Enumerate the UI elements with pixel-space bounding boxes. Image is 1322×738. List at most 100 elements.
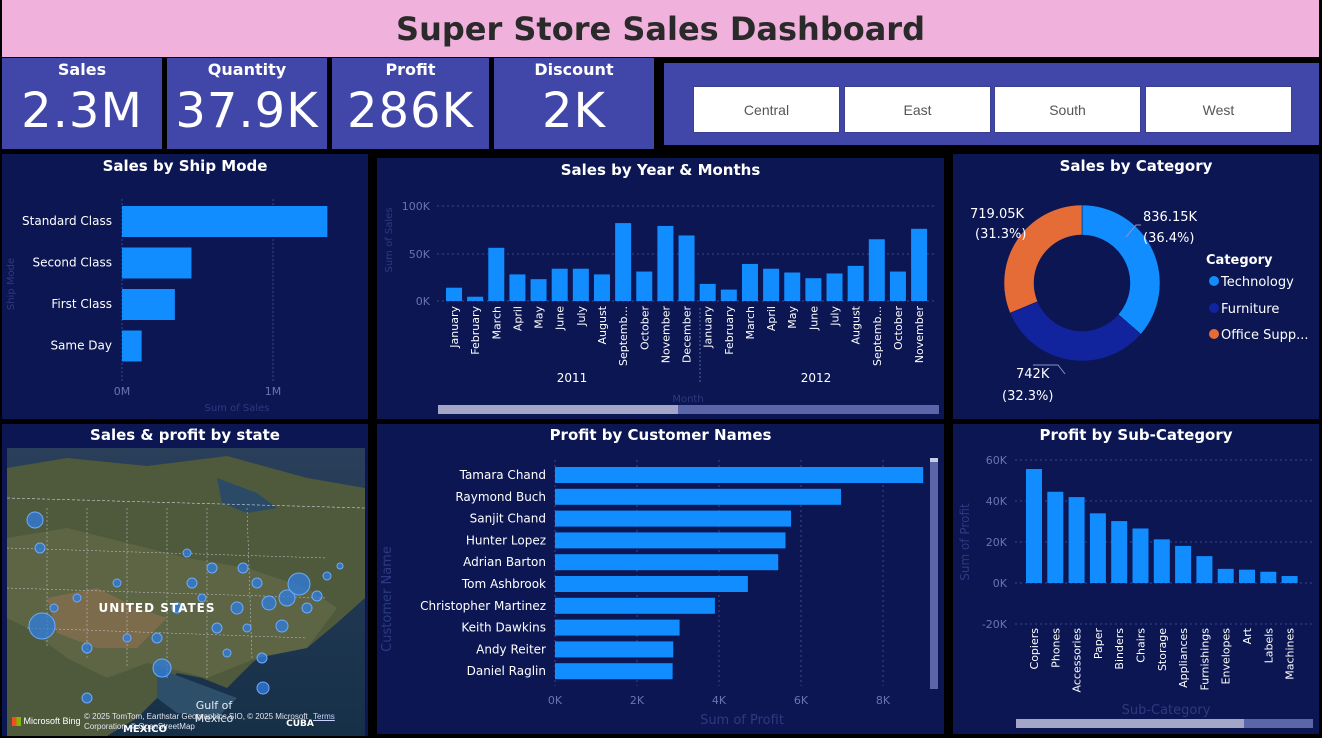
kpi-label: Profit <box>385 60 436 79</box>
y-tick: 20K <box>986 536 1008 549</box>
bar[interactable] <box>678 235 695 301</box>
scrollbar-thumb[interactable] <box>930 458 938 462</box>
bar[interactable] <box>1047 491 1064 583</box>
bar[interactable] <box>868 239 885 301</box>
region-option-east[interactable]: East <box>844 86 991 133</box>
kpi-value: 286K <box>346 83 475 139</box>
bar[interactable] <box>889 271 906 301</box>
bar[interactable] <box>1153 539 1170 583</box>
y-tick: -20K <box>982 618 1008 631</box>
bar[interactable] <box>615 223 632 301</box>
bar[interactable] <box>636 271 653 301</box>
y-tick: 60K <box>986 454 1008 467</box>
month-label: July <box>829 306 842 327</box>
bar[interactable] <box>1260 571 1277 583</box>
bar[interactable] <box>1026 469 1042 583</box>
bar[interactable] <box>555 641 674 658</box>
bar[interactable] <box>1089 513 1106 583</box>
bar[interactable] <box>699 283 716 301</box>
bar[interactable] <box>530 279 547 301</box>
x-tick: 0K <box>548 694 563 707</box>
kpi-card-discount: Discount 2K <box>494 58 654 149</box>
bar[interactable] <box>555 510 792 527</box>
bar[interactable] <box>1132 528 1149 583</box>
category-label: Binders <box>1113 628 1126 670</box>
bar[interactable] <box>657 225 674 301</box>
bar[interactable] <box>784 272 801 302</box>
kpi-value: 2K <box>541 83 606 139</box>
bar[interactable] <box>720 289 737 301</box>
bar[interactable] <box>122 289 175 320</box>
bar[interactable] <box>741 263 758 301</box>
scrollbar-thumb[interactable] <box>1016 719 1244 728</box>
bar[interactable] <box>826 273 843 301</box>
kpi-card-profit: Profit 286K <box>332 58 489 149</box>
category-label: Same Day <box>50 339 112 353</box>
bar[interactable] <box>1175 545 1192 583</box>
bar[interactable] <box>1068 497 1085 583</box>
bar[interactable] <box>763 268 780 301</box>
category-label: Standard Class <box>22 214 112 228</box>
category-label: Chairs <box>1135 628 1148 663</box>
bing-logo: Microsoft Bing <box>12 716 81 727</box>
bar[interactable] <box>593 274 610 301</box>
legend-item[interactable]: Technology <box>1220 275 1294 290</box>
month-label: August <box>850 305 863 344</box>
bar[interactable] <box>488 247 505 301</box>
bar[interactable] <box>805 278 822 301</box>
bar[interactable] <box>555 576 748 592</box>
bar[interactable] <box>1217 568 1234 583</box>
bar[interactable] <box>847 265 864 301</box>
x-tick: 6K <box>794 694 809 707</box>
bar[interactable] <box>122 206 328 237</box>
month-label: May <box>533 306 546 329</box>
scrollbar-thumb[interactable] <box>438 405 678 414</box>
bar[interactable] <box>555 663 673 680</box>
region-option-west[interactable]: West <box>1145 86 1292 133</box>
bar[interactable] <box>446 287 462 301</box>
bar[interactable] <box>555 488 842 505</box>
month-label: January <box>448 306 461 349</box>
legend-item[interactable]: Office Supp... <box>1221 328 1308 343</box>
region-option-central[interactable]: Central <box>693 86 840 133</box>
category-label: Envelopes <box>1220 628 1233 685</box>
bar[interactable] <box>467 296 484 301</box>
y-tick: 0K <box>416 295 431 308</box>
bar[interactable] <box>555 467 924 483</box>
bar[interactable] <box>572 268 589 301</box>
category-label: Phones <box>1049 628 1062 668</box>
month-label: June <box>807 306 820 331</box>
bar[interactable] <box>555 554 779 571</box>
kpi-value: 37.9K <box>175 83 319 139</box>
kpi-card-sales: Sales 2.3M <box>2 58 162 149</box>
chart-title: Sales & profit by state <box>90 426 280 444</box>
legend-title: Category <box>1206 253 1273 268</box>
bar[interactable] <box>911 228 928 301</box>
category-label: Second Class <box>32 256 112 270</box>
bar[interactable] <box>122 330 142 362</box>
customer-profit-chart: 0K 2K 4K 6K 8K Tamara Chand Raymond Buch Sanji… <box>380 458 938 728</box>
scrollbar-track[interactable] <box>930 458 938 689</box>
bar[interactable] <box>555 597 715 614</box>
state-map[interactable]: UNITED STATES Gulf of Mexico MEXICO CUBA <box>7 448 365 736</box>
legend-item[interactable]: Furniture <box>1221 302 1279 317</box>
region-option-south[interactable]: South <box>994 86 1141 133</box>
bar[interactable] <box>1196 556 1213 583</box>
bar[interactable] <box>551 268 568 301</box>
bar[interactable] <box>555 532 786 549</box>
year-month-chart: January February March April May June July Augu… <box>384 200 939 414</box>
page-title: Super Store Sales Dashboard <box>396 9 925 48</box>
month-label: January <box>702 306 715 349</box>
bar[interactable] <box>1239 569 1255 583</box>
bar[interactable] <box>509 274 526 301</box>
bar[interactable] <box>555 619 680 636</box>
month-label: November <box>913 306 926 364</box>
category-label: Art <box>1241 627 1254 644</box>
month-label: October <box>638 306 651 350</box>
bar[interactable] <box>122 247 192 279</box>
month-label: November <box>659 306 672 364</box>
category-label: Sanjit Chand <box>470 512 546 526</box>
bar[interactable] <box>1281 576 1298 583</box>
map-terms-link[interactable]: Terms <box>313 712 335 721</box>
bar[interactable] <box>1111 521 1128 583</box>
